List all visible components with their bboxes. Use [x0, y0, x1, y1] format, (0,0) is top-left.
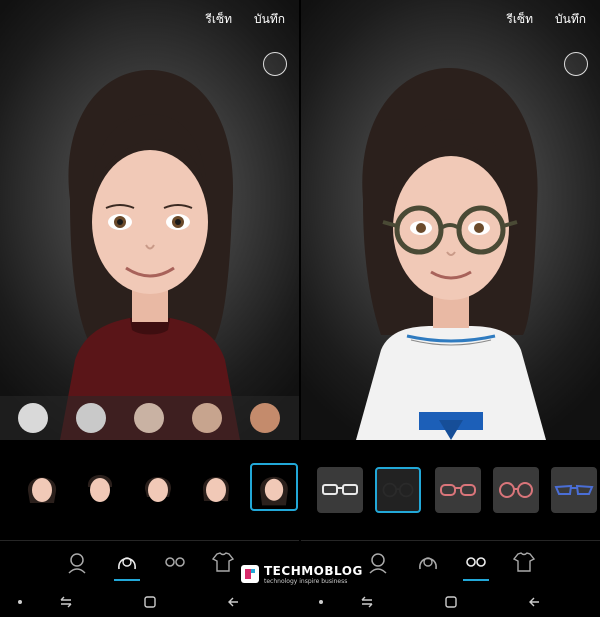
clothing-tab-icon[interactable] [511, 549, 537, 575]
hairstyle-thumb-4[interactable] [192, 463, 240, 511]
skin-swatch-5[interactable] [250, 403, 280, 433]
right-avatar-editor: รีเซ็ท บันทึก [301, 0, 600, 617]
hairstyle-thumb-5-selected[interactable] [250, 463, 298, 511]
glasses-option-1[interactable] [317, 467, 363, 513]
skin-swatch-1[interactable] [18, 403, 48, 433]
skin-swatch-3[interactable] [134, 403, 164, 433]
glasses-strip [301, 455, 600, 525]
recents-icon[interactable] [58, 594, 74, 610]
face-scan-icon[interactable] [263, 52, 287, 76]
glasses-icon[interactable] [463, 549, 489, 581]
watermark-logo-icon [241, 565, 259, 583]
left-avatar-editor: รีเซ็ท บันทึก [0, 0, 299, 617]
active-tab-indicator [114, 579, 140, 581]
system-nav-bar [301, 586, 600, 617]
top-actions: รีเซ็ท บันทึก [205, 10, 285, 29]
back-icon[interactable] [527, 594, 543, 610]
face-scan-icon[interactable] [564, 52, 588, 76]
hairstyle-icon[interactable] [114, 549, 140, 581]
skin-swatch-2[interactable] [76, 403, 106, 433]
save-button[interactable]: บันทึก [254, 10, 285, 29]
glasses-option-3[interactable] [435, 467, 481, 513]
dot-icon[interactable] [12, 594, 28, 610]
avatar-stage: รีเซ็ท บันทึก [301, 0, 600, 440]
back-icon[interactable] [226, 594, 242, 610]
clothing-tab-icon[interactable] [210, 549, 236, 575]
hairstyle-thumb-1[interactable] [18, 463, 66, 511]
face-tab-icon[interactable] [64, 549, 90, 575]
glasses-option-5[interactable] [551, 467, 597, 513]
glasses-tab-icon[interactable] [162, 549, 188, 575]
watermark-title: TECHMOBLOG [264, 564, 363, 578]
active-tab-indicator [463, 579, 489, 581]
avatar-preview [60, 70, 240, 440]
glasses-option-2-selected[interactable] [375, 467, 421, 513]
reset-button[interactable]: รีเซ็ท [506, 10, 533, 29]
skin-swatch-4[interactable] [192, 403, 222, 433]
hairstyle-strip [0, 455, 299, 525]
hairstyle-tab-icon[interactable] [415, 549, 441, 575]
recents-icon[interactable] [359, 594, 375, 610]
glasses-option-4[interactable] [493, 467, 539, 513]
top-actions: รีเซ็ท บันทึก [506, 10, 586, 29]
skin-tone-palette [0, 396, 299, 440]
system-nav-bar [0, 586, 299, 617]
hairstyle-thumb-2[interactable] [76, 463, 124, 511]
dot-icon[interactable] [313, 594, 329, 610]
avatar-preview [356, 68, 546, 440]
hairstyle-thumb-3[interactable] [134, 463, 182, 511]
avatar-stage: รีเซ็ท บันทึก [0, 0, 299, 440]
reset-button[interactable]: รีเซ็ท [205, 10, 232, 29]
home-icon[interactable] [142, 594, 158, 610]
home-icon[interactable] [443, 594, 459, 610]
save-button[interactable]: บันทึก [555, 10, 586, 29]
watermark: TECHMOBLOG technology inspire business [240, 562, 370, 588]
watermark-subtitle: technology inspire business [264, 578, 348, 585]
